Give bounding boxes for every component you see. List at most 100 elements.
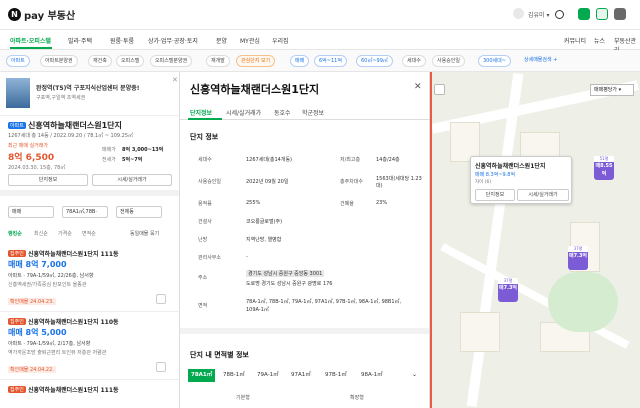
sort-price[interactable]: 가격순 — [58, 230, 72, 237]
layout-extended-label: 확장형 — [350, 395, 364, 401]
price-history-button[interactable]: 시세/실거래가 — [92, 174, 172, 186]
notification-icon[interactable] — [578, 8, 590, 20]
sort-ranking[interactable]: 랭킹순 — [8, 230, 22, 237]
area-tab[interactable]: 97A1㎡ — [288, 369, 314, 382]
listing-desc: 신흥역세권/가족중심 탄포인트 올종관 — [8, 282, 87, 288]
popup-title: 신흥역하늘채랜더스원1단지 — [475, 163, 546, 170]
filter-officetel[interactable]: 오피스텔 — [116, 55, 145, 67]
section-complex-info: 단지 정보 — [190, 133, 219, 141]
listing-item[interactable]: 집주인 신흥역하늘채랜더스원1단지 111동 — [0, 380, 179, 408]
detail-search-link[interactable]: 상세매물검색 + — [520, 55, 561, 67]
nav-presale[interactable]: 분양 — [216, 36, 227, 45]
area-tab[interactable]: 79A-1㎡ — [254, 369, 282, 382]
row-value: 1563대(세대당 1.23대) — [376, 176, 422, 189]
apps-icon[interactable] — [614, 8, 626, 20]
map-price-pin[interactable]: 37평 매7.3억 — [498, 278, 518, 302]
favorite-icon[interactable] — [156, 294, 166, 304]
listing-desc: 역가까운조망 출퇴근편리 트인뷰 저층관 저렴관 — [8, 350, 107, 356]
confirm-date: 확인매물 24.04.22. — [8, 366, 56, 373]
tab-complex-info[interactable]: 단지정보 — [190, 108, 212, 117]
pin-area: 51평 — [594, 156, 614, 162]
ad-title: 완정역(T5)역 구포지식산업센터 분양중! — [36, 85, 140, 92]
listing-item[interactable]: 집주인 신흥역하늘채랜더스원1단지 110동 매매 8억 5,000 아파트 ·… — [0, 312, 179, 380]
nav-community[interactable]: 커뮤니티 — [564, 36, 586, 45]
deal-type-select[interactable]: 매매 — [8, 206, 54, 218]
map-view[interactable]: 매매평당가 ▾ 신흥역하늘채랜더스원1단지 매매 8.3억~9.8억 자이 (6… — [430, 72, 640, 408]
popup-price-button[interactable]: 시세/실거래가 — [517, 189, 569, 201]
nav-my[interactable]: MY관심 — [240, 36, 260, 45]
complex-name[interactable]: 신흥역하늘채랜더스원1단지 — [28, 120, 122, 131]
ad-banner[interactable]: 완정역(T5)역 구포지식산업센터 분양중! 구포역,구일역 초역세권 ✕ — [0, 72, 179, 116]
main-nav: 아파트·오피스텔 빌라·주택 원룸·투룸 상가·업무·공장·토지 분양 MY관심… — [0, 30, 640, 54]
complex-info-button[interactable]: 단지정보 — [8, 174, 88, 186]
listing-spec: 아파트 · 79A-1/59㎡, 22/26층, 남서향 — [8, 273, 94, 279]
popup-info-button[interactable]: 단지정보 — [475, 189, 515, 201]
map-price-pin[interactable]: 51평 매8.55억 — [594, 156, 614, 180]
sort-area[interactable]: 면적순 — [82, 230, 96, 237]
filter-redevelop[interactable]: 재개발 — [206, 55, 230, 67]
chevron-down-icon[interactable]: ⌄ — [412, 371, 417, 378]
search-icon[interactable] — [555, 10, 564, 19]
nav-villa[interactable]: 빌라·주택 — [68, 36, 92, 45]
top-bar: Npay 부동산 김유미 ▾ — [0, 0, 640, 30]
bundle-toggle[interactable]: 동일매물 묶기 — [130, 230, 159, 237]
sale-label: 매매가 — [102, 147, 116, 153]
sort-latest[interactable]: 최신순 — [34, 230, 48, 237]
area-tab[interactable]: 78A1㎡ — [188, 369, 216, 382]
nav-news[interactable]: 뉴스 — [594, 36, 605, 45]
recent-deal-sub: 2024.03.30, 15층, 78㎡ — [8, 165, 66, 171]
filter-apartment[interactable]: 아파트 — [6, 55, 30, 67]
row-value: 지역난방, 열병합 — [246, 237, 282, 243]
filter-officetel-presale[interactable]: 오피스텔분양권 — [150, 55, 193, 67]
filter-min-households[interactable]: 300세대~ — [478, 55, 511, 67]
building-select[interactable]: 전체동 — [116, 206, 162, 218]
favorite-icon[interactable] — [156, 362, 166, 372]
nav-apartment[interactable]: 아파트·오피스텔 — [10, 36, 51, 45]
user-avatar[interactable] — [513, 8, 524, 19]
nav-oneroom[interactable]: 원룸·투룸 — [110, 36, 134, 45]
area-tab[interactable]: 98A-1㎡ — [358, 369, 386, 382]
popup-sub: 자이 (6) — [475, 180, 492, 185]
address-value: 경기도 성남시 중원구 중앙동 3001 — [246, 270, 325, 277]
naver-pay-logo[interactable]: Npay 부동산 — [8, 7, 75, 22]
confirm-date: 확인매물 24.04.23. — [8, 298, 56, 305]
row-value: 1267세대(총14개동) — [246, 157, 292, 163]
recent-deal-label: 최근 매매 실거래가 — [8, 143, 48, 149]
nav-commercial[interactable]: 상가·업무·공장·토지 — [148, 36, 198, 45]
tab-unit-numbers[interactable]: 동호수 — [274, 108, 291, 117]
filter-price[interactable]: 6억~11억 — [314, 55, 347, 67]
listing-item[interactable]: 집주인 신흥역하늘채랜더스원1단지 111동 매매 8억 7,000 아파트 ·… — [0, 244, 179, 312]
row-value: 23% — [376, 200, 388, 206]
nav-myhome[interactable]: 우리집 — [272, 36, 289, 45]
filter-presale-right[interactable]: 아파트분양권 — [40, 55, 78, 67]
listing-title: 신흥역하늘채랜더스원1단지 110동 — [28, 319, 119, 326]
filter-rebuild[interactable]: 재건축 — [88, 55, 112, 67]
user-menu[interactable]: 김유미 ▾ — [528, 10, 549, 19]
filter-approval-date[interactable]: 사용승인일 — [432, 55, 466, 67]
detail-tabs: 단지정보 시세/실거래가 동호수 학군정보 — [180, 104, 429, 120]
naver-n-icon: N — [8, 8, 21, 21]
filter-deal-type[interactable]: 매매 — [290, 55, 310, 67]
area-tab[interactable]: 78B-1㎡ — [220, 369, 248, 382]
map-price-select[interactable]: 매매평당가 ▾ — [590, 84, 634, 96]
filter-households[interactable]: 세대수 — [402, 55, 426, 67]
section-divider — [180, 328, 429, 334]
map-block — [460, 312, 500, 352]
filter-favorites[interactable]: 관심단지 보기 — [236, 55, 276, 67]
map-price-pin[interactable]: 37평 매7.3억 — [568, 246, 588, 270]
tab-price-history[interactable]: 시세/실거래가 — [226, 108, 261, 117]
tab-school[interactable]: 학군정보 — [302, 108, 324, 117]
map-back-icon[interactable] — [434, 84, 445, 95]
close-icon[interactable]: ✕ — [414, 82, 422, 92]
area-select[interactable]: 78A1㎡,78B· — [62, 206, 108, 218]
row-label: 저/최고층 — [340, 157, 361, 163]
listing-panel: 완정역(T5)역 구포지식산업센터 분양중! 구포역,구일역 초역세권 ✕ 아파… — [0, 72, 180, 408]
filter-area[interactable]: 60㎡~99㎡ — [356, 55, 393, 67]
row-label: 면적 — [198, 303, 208, 309]
pay-icon[interactable] — [596, 8, 608, 20]
complex-meta: 1267세대 총 14동 / 2022.09.20 / 78.1㎡ ~ 109.… — [8, 133, 134, 139]
area-tab[interactable]: 97B-1㎡ — [322, 369, 350, 382]
area-list: 78A-1㎡, 78B-1㎡, 79A-1㎡, 97A1㎡, 97B-1㎡, 9… — [246, 299, 402, 313]
close-icon[interactable]: ✕ — [172, 76, 178, 84]
map-popup[interactable]: 신흥역하늘채랜더스원1단지 매매 8.3억~9.8억 자이 (6) 단지정보 시… — [470, 156, 572, 204]
